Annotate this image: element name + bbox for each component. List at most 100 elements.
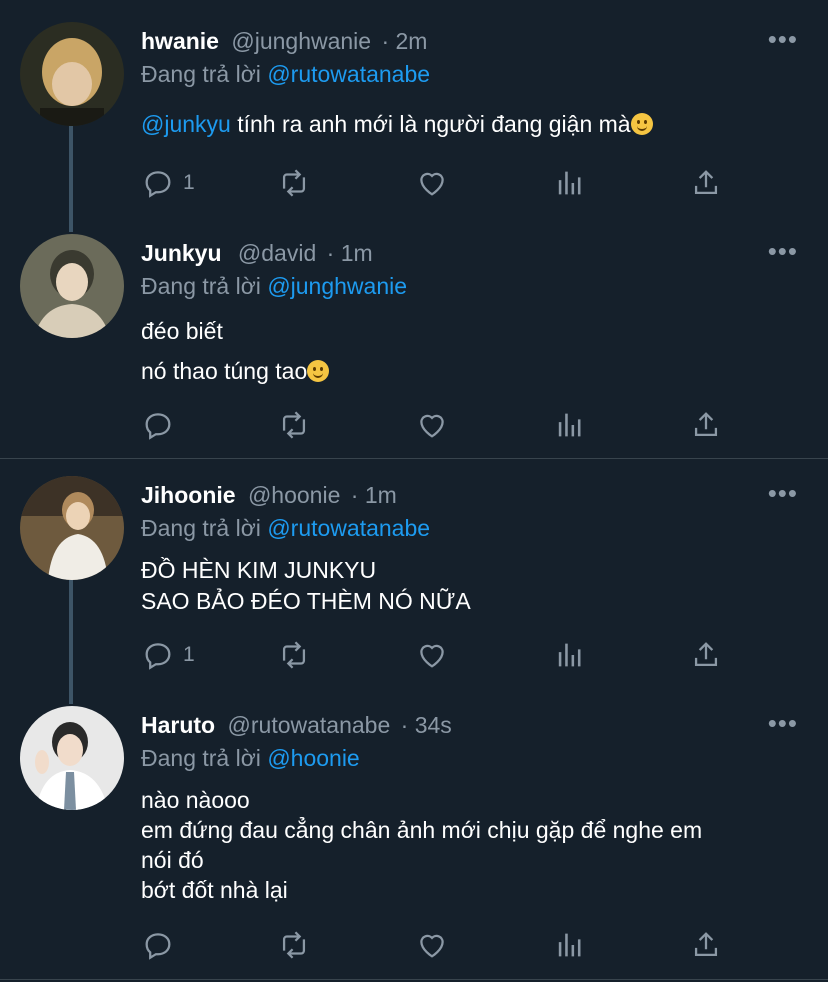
analytics-icon — [558, 413, 581, 437]
timestamp[interactable]: · 1m — [351, 482, 397, 508]
heart-icon — [420, 934, 444, 958]
timestamp[interactable]: · 2m — [381, 28, 427, 54]
avatar[interactable] — [20, 22, 124, 126]
retweet-icon — [282, 411, 306, 439]
analytics-button[interactable] — [553, 928, 587, 962]
tweet-line: nói đó — [141, 847, 204, 873]
retweet-icon — [282, 931, 306, 959]
display-name[interactable]: hwanie — [141, 28, 219, 54]
share-button[interactable] — [689, 166, 723, 200]
timestamp[interactable]: · 34s — [401, 712, 452, 738]
tweet-text: ĐỒ HÈN KIM JUNKYU SAO BẢO ĐÉO THÈM NÓ NỮ… — [141, 555, 801, 617]
tweet-line: bớt đốt nhà lại — [141, 877, 288, 903]
reply-prefix: Đang trả lời — [141, 745, 261, 771]
analytics-icon — [558, 933, 581, 957]
tweet-text: @junkyu tính ra anh mới là người đang gi… — [141, 109, 801, 140]
tweet-actions: 1 — [141, 166, 741, 202]
more-icon[interactable]: ••• — [768, 478, 798, 509]
reply-context: Đang trả lời @rutowatanabe — [141, 515, 430, 542]
more-icon[interactable]: ••• — [768, 236, 798, 267]
reply-context: Đang trả lời @junghwanie — [141, 273, 407, 300]
tweet-line: nào nàooo — [141, 787, 250, 813]
retweet-button[interactable] — [277, 928, 311, 962]
handle[interactable]: @rutowatanabe — [228, 712, 391, 738]
more-icon[interactable]: ••• — [768, 24, 798, 55]
tweet-header: Junkyu @david · 1m — [141, 240, 373, 267]
share-icon — [694, 642, 718, 667]
heart-icon — [420, 644, 444, 668]
reply-icon — [145, 643, 171, 670]
share-icon — [694, 932, 718, 957]
heart-icon — [420, 414, 444, 438]
reply-prefix: Đang trả lời — [141, 273, 261, 299]
display-name[interactable]: Jihoonie — [141, 482, 236, 508]
thread-connector — [69, 580, 73, 704]
tweet-line: tính ra anh mới là người đang giận mà — [237, 111, 631, 137]
analytics-button[interactable] — [553, 408, 587, 442]
handle[interactable]: @david — [238, 240, 316, 266]
reply-icon — [145, 413, 171, 440]
tweet-header: hwanie @junghwanie · 2m — [141, 28, 427, 55]
handle[interactable]: @hoonie — [248, 482, 340, 508]
avatar[interactable] — [20, 234, 124, 338]
avatar[interactable] — [20, 476, 124, 580]
reply-to-mention[interactable]: @junghwanie — [267, 273, 407, 299]
share-icon — [694, 170, 718, 195]
reply-prefix: Đang trả lời — [141, 61, 261, 87]
heart-icon — [420, 172, 444, 196]
share-button[interactable] — [689, 408, 723, 442]
tweet-header: Haruto @rutowatanabe · 34s — [141, 712, 452, 739]
smile-emoji-icon — [307, 360, 330, 382]
tweet-text: đéo biết nó thao túng tao — [141, 311, 801, 391]
retweet-button[interactable] — [277, 408, 311, 442]
tweet-actions — [141, 408, 741, 444]
retweet-button[interactable] — [277, 638, 311, 672]
analytics-button[interactable] — [553, 166, 587, 200]
tweet-line: ĐỒ HÈN KIM JUNKYU — [141, 557, 377, 583]
reply-count: 1 — [183, 643, 195, 666]
reply-button[interactable] — [141, 928, 183, 962]
share-icon — [694, 412, 718, 437]
reply-context: Đang trả lời @rutowatanabe — [141, 61, 430, 88]
reply-count: 1 — [183, 171, 195, 194]
timestamp[interactable]: · 1m — [327, 240, 373, 266]
reply-button[interactable]: 1 — [141, 638, 195, 672]
share-button[interactable] — [689, 638, 723, 672]
reply-to-mention[interactable]: @rutowatanabe — [267, 515, 430, 541]
like-button[interactable] — [415, 166, 449, 200]
tweet-actions: 1 — [141, 638, 741, 674]
like-button[interactable] — [415, 408, 449, 442]
avatar[interactable] — [20, 706, 124, 810]
thread-divider — [0, 458, 828, 459]
like-button[interactable] — [415, 638, 449, 672]
tweet-actions — [141, 928, 741, 964]
tweet-line: đéo biết — [141, 318, 223, 344]
share-button[interactable] — [689, 928, 723, 962]
tweet-line: em đứng đau cẳng chân ảnh mới chịu gặp đ… — [141, 817, 703, 843]
analytics-button[interactable] — [553, 638, 587, 672]
reply-icon — [145, 171, 171, 198]
reply-context: Đang trả lời @hoonie — [141, 745, 360, 772]
reply-button[interactable]: 1 — [141, 166, 195, 200]
retweet-icon — [282, 169, 306, 197]
display-name[interactable]: Haruto — [141, 712, 215, 738]
analytics-icon — [558, 643, 581, 667]
reply-button[interactable] — [141, 408, 183, 442]
mention-link[interactable]: @junkyu — [141, 111, 231, 137]
thread-divider — [0, 979, 828, 980]
retweet-icon — [282, 641, 306, 669]
analytics-icon — [558, 171, 581, 195]
tweet-text: nào nàooo em đứng đau cẳng chân ảnh mới … — [141, 785, 801, 905]
display-name[interactable]: Junkyu — [141, 240, 222, 266]
more-icon[interactable]: ••• — [768, 708, 798, 739]
handle[interactable]: @junghwanie — [231, 28, 371, 54]
reply-to-mention[interactable]: @hoonie — [267, 745, 359, 771]
tweet-header: Jihoonie @hoonie · 1m — [141, 482, 397, 509]
reply-to-mention[interactable]: @rutowatanabe — [267, 61, 430, 87]
reply-prefix: Đang trả lời — [141, 515, 261, 541]
tweet-line: nó thao túng tao — [141, 358, 308, 384]
like-button[interactable] — [415, 928, 449, 962]
thread-connector — [69, 126, 73, 232]
smile-emoji-icon — [630, 113, 653, 135]
retweet-button[interactable] — [277, 166, 311, 200]
